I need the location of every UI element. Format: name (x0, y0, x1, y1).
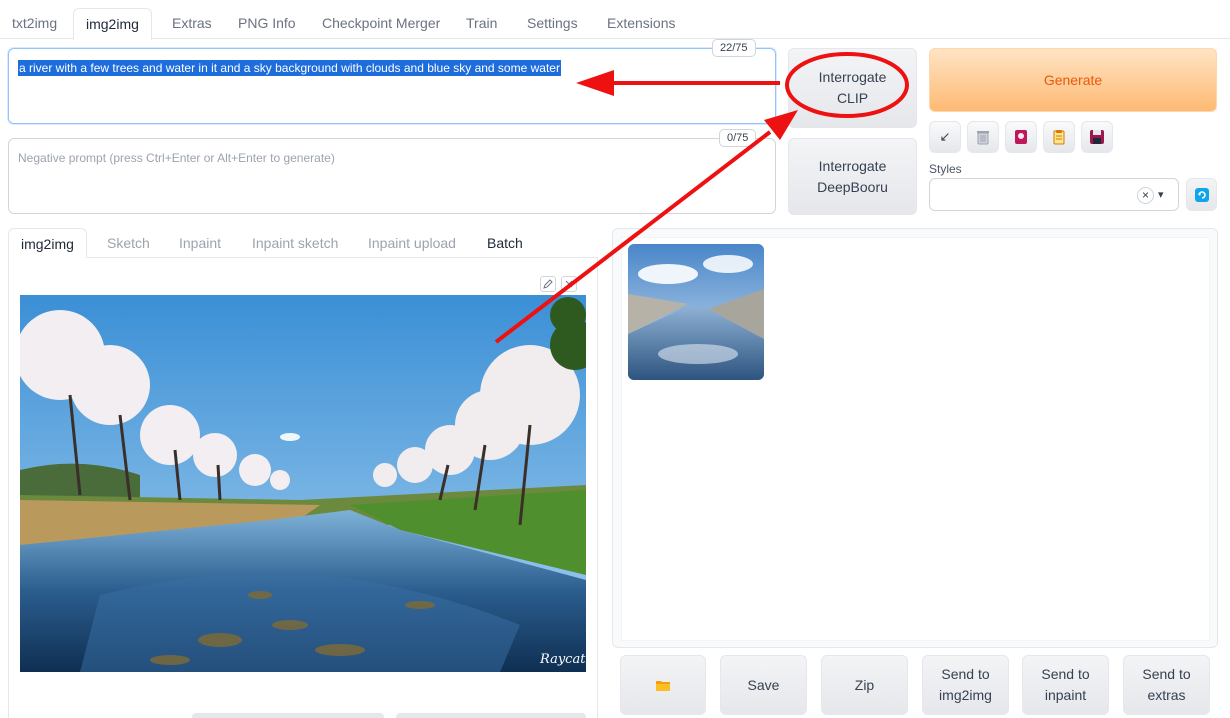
tab-img2img-mode[interactable]: img2img (8, 228, 87, 259)
refresh-icon (1194, 187, 1209, 202)
scroll-hint-left (192, 713, 384, 718)
tab-png-info[interactable]: PNG Info (226, 8, 308, 39)
save-button[interactable]: Save (720, 655, 807, 715)
prompt-token-counter: 22/75 (712, 39, 756, 57)
tab-sketch[interactable]: Sketch (95, 228, 162, 258)
chevron-down-icon[interactable]: ▾ (1158, 187, 1164, 204)
styles-dropdown[interactable]: × ▾ (929, 178, 1179, 211)
send-inpaint-line1: Send to (1041, 666, 1090, 682)
folder-icon (656, 681, 670, 691)
extra-networks-icon (1015, 130, 1027, 144)
clear-image-button[interactable] (561, 276, 577, 292)
save-style-button[interactable] (1081, 121, 1113, 153)
zip-button[interactable]: Zip (821, 655, 908, 715)
read-params-button[interactable]: ↙ (929, 121, 961, 153)
send-img2img-line1: Send to (941, 666, 990, 682)
send-to-inpaint-button[interactable]: Send to inpaint (1022, 655, 1109, 715)
output-thumbnail[interactable] (628, 244, 764, 380)
tab-train[interactable]: Train (454, 8, 509, 39)
clipboard-icon (1053, 130, 1065, 145)
tab-extensions[interactable]: Extensions (595, 8, 687, 39)
negative-prompt-token-counter: 0/75 (719, 129, 757, 147)
main-tab-bar: txt2img img2img Extras PNG Info Checkpoi… (0, 8, 1230, 40)
interrogate-deepbooru-line2: DeepBooru (817, 178, 888, 195)
edit-image-button[interactable] (540, 276, 556, 292)
tab-inpaint-sketch[interactable]: Inpaint sketch (240, 228, 350, 258)
send-to-extras-button[interactable]: Send to extras (1123, 655, 1210, 715)
extra-networks-button[interactable] (1005, 121, 1037, 153)
tab-inpaint[interactable]: Inpaint (167, 228, 233, 258)
send-extras-line2: extras (1147, 687, 1186, 703)
negative-prompt-input[interactable]: Negative prompt (press Ctrl+Enter or Alt… (8, 138, 776, 214)
tab-settings[interactable]: Settings (515, 8, 590, 39)
tab-txt2img[interactable]: txt2img (0, 8, 69, 39)
close-icon (565, 280, 573, 288)
open-folder-button[interactable] (620, 655, 706, 715)
tab-checkpoint-merger[interactable]: Checkpoint Merger (310, 8, 452, 39)
send-to-img2img-button[interactable]: Send to img2img (922, 655, 1009, 715)
img2img-mode-tabs: img2img Sketch Inpaint Inpaint sketch In… (8, 228, 598, 259)
tab-batch[interactable]: Batch (475, 228, 535, 258)
tab-img2img[interactable]: img2img (73, 8, 152, 40)
send-inpaint-line2: inpaint (1044, 687, 1087, 703)
pencil-icon (543, 279, 553, 289)
interrogate-clip-line1: Interrogate (818, 69, 887, 85)
generate-button[interactable]: Generate (929, 48, 1217, 112)
prompt-input[interactable]: a river with a few trees and water in it… (8, 48, 776, 124)
interrogate-deepbooru-button[interactable]: Interrogate DeepBooru (788, 138, 917, 215)
styles-clear-icon[interactable]: × (1137, 187, 1154, 204)
send-extras-line1: Send to (1142, 666, 1191, 682)
refresh-styles-button[interactable] (1186, 178, 1217, 211)
interrogate-deepbooru-line1: Interrogate (818, 157, 887, 174)
prompt-text: a river with a few trees and water in it… (18, 60, 561, 76)
negative-prompt-placeholder: Negative prompt (press Ctrl+Enter or Alt… (18, 151, 335, 165)
tab-extras[interactable]: Extras (160, 8, 224, 39)
watermark-text: Raycat (539, 652, 586, 667)
send-img2img-line2: img2img (939, 687, 992, 703)
interrogate-clip-button[interactable]: Interrogate CLIP (788, 48, 917, 128)
input-image: Raycat (20, 295, 586, 672)
trash-icon (977, 131, 989, 145)
arrow-icon: ↙ (939, 129, 951, 144)
paste-button[interactable] (1043, 121, 1075, 153)
save-style-icon (1090, 130, 1104, 144)
clear-prompt-button[interactable] (967, 121, 999, 153)
tab-inpaint-upload[interactable]: Inpaint upload (356, 228, 468, 258)
scroll-hint-right (396, 713, 586, 718)
interrogate-clip-line2: CLIP (836, 90, 869, 106)
styles-label: Styles (929, 162, 962, 176)
